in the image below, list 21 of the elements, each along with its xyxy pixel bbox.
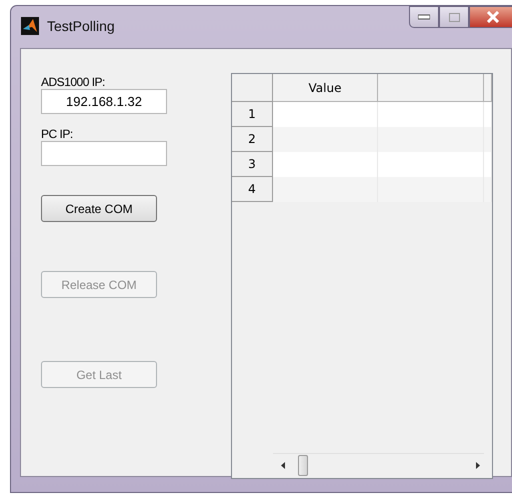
minimize-icon <box>418 14 430 20</box>
scroll-left-icon[interactable] <box>281 462 285 469</box>
scroll-right-icon[interactable] <box>476 462 480 469</box>
input-field[interactable] <box>41 141 167 166</box>
scroll-thumb[interactable] <box>298 455 308 476</box>
maximize-icon <box>448 12 460 22</box>
field-label: PC IP: <box>41 127 74 141</box>
row-header: 2 <box>232 127 273 152</box>
input-field[interactable]: 192.168.1.32 <box>41 89 167 114</box>
maximize-button[interactable] <box>439 6 469 28</box>
window-title: TestPolling <box>47 18 115 34</box>
row-header: 1 <box>232 102 273 127</box>
field-label: ADS1000 IP: <box>41 75 106 89</box>
action-button[interactable]: Create COM <box>41 195 157 222</box>
app-logo-icon <box>21 17 39 35</box>
close-button[interactable] <box>469 6 512 28</box>
row-header: 4 <box>232 177 273 202</box>
minimize-button[interactable] <box>409 6 439 28</box>
close-icon <box>486 11 500 23</box>
column-header[interactable]: Value <box>273 74 378 102</box>
row-header: 3 <box>232 152 273 177</box>
